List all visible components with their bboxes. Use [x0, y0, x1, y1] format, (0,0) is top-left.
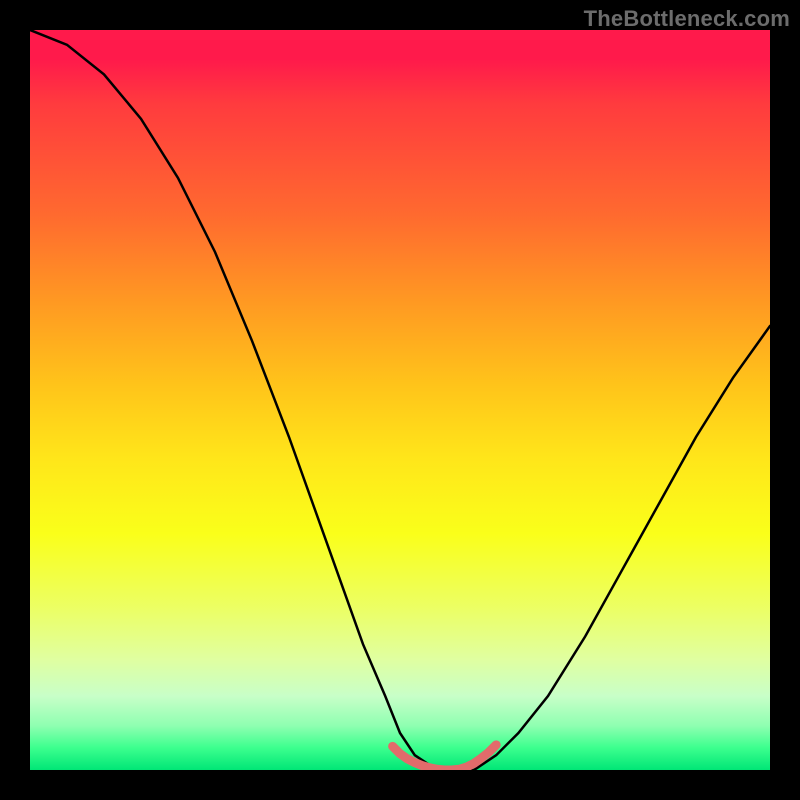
- watermark-label: TheBottleneck.com: [584, 6, 790, 32]
- bottleneck-curve: [30, 30, 770, 770]
- chart-stage: TheBottleneck.com: [0, 0, 800, 800]
- chart-svg: [30, 30, 770, 770]
- chart-plot-area: [30, 30, 770, 770]
